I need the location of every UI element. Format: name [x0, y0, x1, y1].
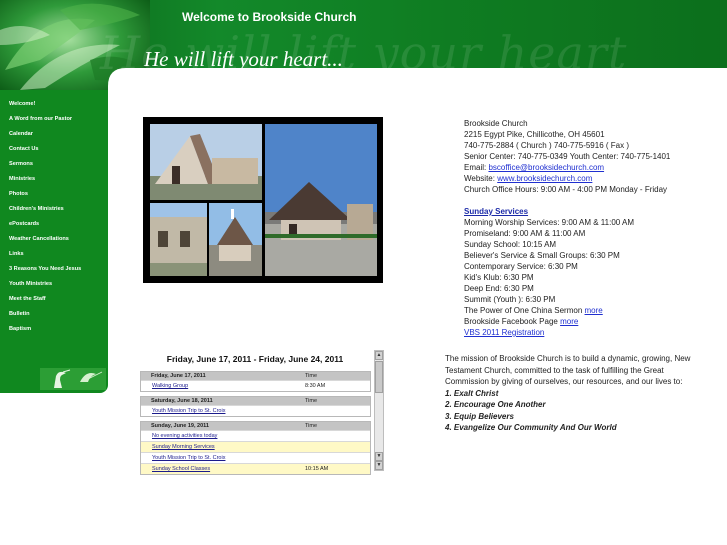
- service-line: Summit (Youth ): 6:30 PM: [464, 295, 556, 304]
- time-header: Time: [305, 423, 318, 429]
- email-label: Email:: [464, 163, 487, 172]
- day-header: Friday, June 17, 2011 Time: [141, 372, 370, 380]
- sidebar: Welcome! A Word from our Pastor Calendar…: [0, 90, 108, 393]
- calendar-widget: Friday, June 17, 2011 - Friday, June 24,…: [140, 350, 385, 475]
- calendar-day: Saturday, June 18, 2011 Time Youth Missi…: [140, 396, 371, 417]
- calendar-event: Youth Mission Trip to St. Croix: [141, 452, 370, 463]
- church-phone: 740-775-2884 ( Church ) 740-775-5916 ( F…: [464, 141, 629, 150]
- event-link[interactable]: Youth Mission Trip to St. Croix: [152, 406, 225, 417]
- facebook-line: Brookside Facebook Page more: [464, 316, 719, 327]
- website-link[interactable]: www.brooksidechurch.com: [497, 174, 592, 183]
- center-phones: Senior Center: 740-775-0349 Youth Center…: [464, 152, 671, 161]
- nav-item-staff[interactable]: Meet the Staff: [9, 292, 108, 307]
- site-header: He will lift your heart Welcome to Brook…: [0, 0, 727, 98]
- nav-item-weather[interactable]: Weather Cancellations: [9, 232, 108, 247]
- service-line: Sunday School: 10:15 AM: [464, 240, 557, 249]
- day-date: Sunday, June 19, 2011: [151, 423, 209, 429]
- nav-item-contact[interactable]: Contact Us: [9, 142, 108, 157]
- time-header: Time: [305, 398, 318, 404]
- calendar-day: Sunday, June 19, 2011 Time No evening ac…: [140, 421, 371, 475]
- office-hours: Church Office Hours: 9:00 AM - 4:00 PM M…: [464, 185, 668, 194]
- service-line: Contemporary Service: 6:30 PM: [464, 262, 578, 271]
- church-name: Brookside Church: [464, 119, 528, 128]
- day-header: Saturday, June 18, 2011 Time: [141, 397, 370, 405]
- vbs-registration-link[interactable]: VBS 2011 Registration: [464, 328, 544, 337]
- event-time: 10:15 AM: [305, 466, 329, 472]
- time-header: Time: [305, 373, 318, 379]
- mission-goal: 1. Exalt Christ: [445, 388, 499, 398]
- scroll-thumb[interactable]: [375, 361, 383, 393]
- scroll-down-icon[interactable]: ▼: [375, 452, 383, 461]
- nav-item-epostcards[interactable]: ePostcards: [9, 217, 108, 232]
- website-label: Website:: [464, 174, 495, 183]
- day-header: Sunday, June 19, 2011 Time: [141, 422, 370, 430]
- heron-icon: [40, 368, 106, 390]
- calendar-date-range: Friday, June 17, 2011 - Friday, June 24,…: [166, 354, 344, 364]
- day-date: Friday, June 17, 2011: [151, 373, 206, 379]
- sermon-text: The Power of One China Sermon: [464, 306, 583, 315]
- service-line: Kid's Klub: 6:30 PM: [464, 273, 534, 282]
- day-date: Saturday, June 18, 2011: [151, 398, 213, 404]
- church-photo-collage: [143, 117, 383, 283]
- sunday-services-title: Sunday Services: [464, 207, 529, 216]
- calendar-event: Sunday Morning Services: [141, 441, 370, 452]
- nav-item-photos[interactable]: Photos: [9, 187, 108, 202]
- nav-item-pastor[interactable]: A Word from our Pastor: [9, 112, 108, 127]
- calendar-event: Sunday School Classes 10:15 AM: [141, 463, 370, 474]
- event-link[interactable]: Sunday School Classes: [152, 464, 210, 475]
- nav-item-3-reasons[interactable]: 3 Reasons You Need Jesus: [9, 262, 108, 277]
- scroll-up-icon[interactable]: ▲: [375, 351, 383, 360]
- website-line: Website: www.brooksidechurch.com: [464, 173, 719, 184]
- nav-item-youth[interactable]: Youth Ministries: [9, 277, 108, 292]
- event-link[interactable]: Walking Group: [152, 381, 188, 392]
- church-photo-4: [209, 203, 262, 276]
- sermon-line: The Power of One China Sermon more: [464, 305, 719, 316]
- calendar-event: No evening activities today: [141, 430, 370, 441]
- mission-statement: The mission of Brookside Church is to bu…: [445, 353, 705, 434]
- sidebar-nav: Welcome! A Word from our Pastor Calendar…: [0, 90, 108, 337]
- mission-goal: 4. Evangelize Our Community And Our Worl…: [445, 423, 617, 432]
- header-curve: [108, 68, 727, 98]
- nav-item-ministries[interactable]: Ministries: [9, 172, 108, 187]
- nav-item-sermons[interactable]: Sermons: [9, 157, 108, 172]
- calendar-event: Walking Group 8:30 AM: [141, 380, 370, 391]
- nav-item-links[interactable]: Links: [9, 247, 108, 262]
- facebook-text: Brookside Facebook Page: [464, 317, 558, 326]
- nav-item-welcome[interactable]: Welcome!: [9, 97, 108, 112]
- calendar-day: Friday, June 17, 2011 Time Walking Group…: [140, 371, 371, 392]
- mission-goal: 2. Encourage One Another: [445, 400, 546, 409]
- service-line: Morning Worship Services: 9:00 AM & 11:0…: [464, 218, 635, 227]
- nav-item-baptism[interactable]: Baptism: [9, 322, 108, 337]
- service-line: Deep End: 6:30 PM: [464, 284, 534, 293]
- calendar-event: Youth Mission Trip to St. Croix: [141, 405, 370, 416]
- contact-info: Brookside Church 2215 Egypt Pike, Chilli…: [464, 118, 719, 338]
- scroll-down-icon[interactable]: ▼: [375, 461, 383, 470]
- service-line: Promiseland: 9:00 AM & 11:00 AM: [464, 229, 586, 238]
- church-photo-2: [265, 124, 377, 276]
- email-line: Email: bscoffice@brooksidechurch.com: [464, 162, 719, 173]
- event-time: 8:30 AM: [305, 383, 326, 389]
- service-line: Believer's Service & Small Groups: 6:30 …: [464, 251, 620, 260]
- nav-item-calendar[interactable]: Calendar: [9, 127, 108, 142]
- calendar-scrollbar[interactable]: ▲ ▼ ▼: [374, 350, 384, 471]
- nav-item-childrens-ministries[interactable]: Children's Ministries: [9, 202, 108, 217]
- mission-text: The mission of Brookside Church is to bu…: [445, 354, 691, 386]
- mission-goal: 3. Equip Believers: [445, 411, 514, 421]
- sermon-more-link[interactable]: more: [585, 306, 603, 315]
- church-photo-3: [150, 203, 207, 276]
- facebook-more-link[interactable]: more: [560, 317, 578, 326]
- church-photo-1: [150, 124, 262, 200]
- email-link[interactable]: bscoffice@brooksidechurch.com: [488, 163, 604, 172]
- nav-item-bulletin[interactable]: Bulletin: [9, 307, 108, 322]
- vbs-line: VBS 2011 Registration: [464, 327, 719, 338]
- church-address: 2215 Egypt Pike, Chillicothe, OH 45601: [464, 130, 605, 139]
